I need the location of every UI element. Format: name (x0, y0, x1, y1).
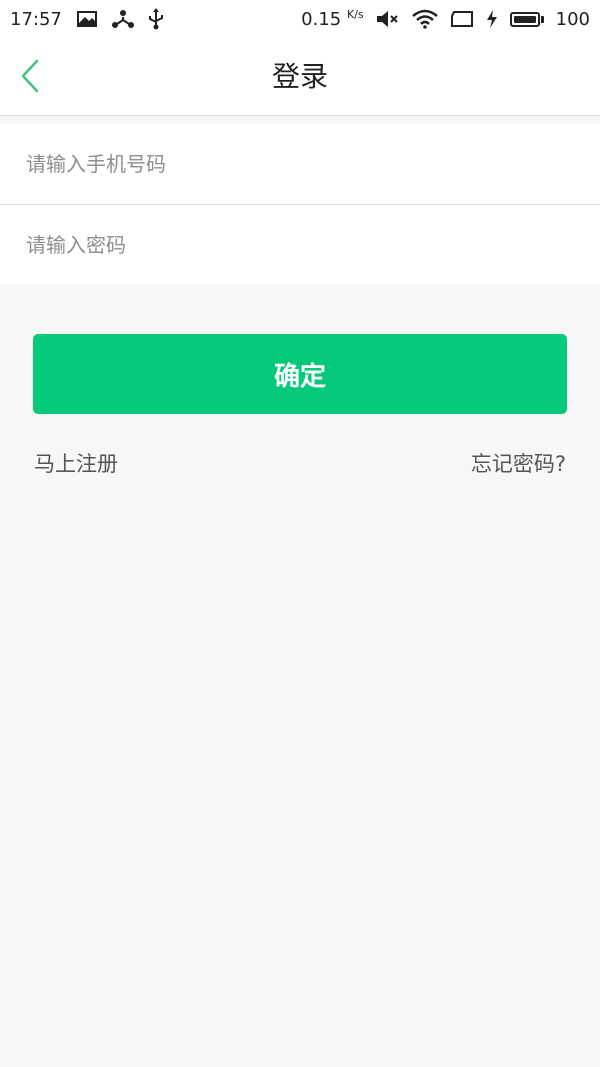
status-bar-left: 17:57 (0, 0, 164, 38)
charging-icon (486, 10, 498, 28)
screen-rotate-icon (450, 10, 474, 28)
confirm-button[interactable]: 确定 (33, 334, 567, 414)
forgot-password-link[interactable]: 忘记密码? (471, 448, 566, 478)
nav-bar: 登录 (0, 38, 600, 116)
password-row (0, 204, 600, 284)
network-speed: 0.15 K/s (301, 8, 363, 30)
mute-icon (376, 9, 400, 29)
login-form (0, 124, 600, 284)
battery-icon (509, 11, 544, 27)
wifi-icon (411, 9, 438, 29)
network-speed-unit: K/s (346, 8, 364, 21)
status-bar: 17:57 0.15 K/s 100 (0, 0, 600, 38)
page-title: 登录 (271, 60, 328, 93)
status-bar-right: 0.15 K/s 100 (301, 0, 600, 38)
status-time: 17:57 (10, 8, 62, 30)
battery-fill (513, 15, 536, 23)
image-icon (76, 10, 98, 28)
network-speed-value: 0.15 (301, 9, 342, 30)
phone-input[interactable] (26, 152, 566, 176)
usb-icon (148, 8, 164, 30)
register-link[interactable]: 马上注册 (34, 448, 118, 478)
network-share-icon (111, 9, 134, 29)
battery-level: 100 (555, 8, 590, 30)
phone-row (0, 124, 600, 204)
password-input[interactable] (26, 232, 566, 257)
